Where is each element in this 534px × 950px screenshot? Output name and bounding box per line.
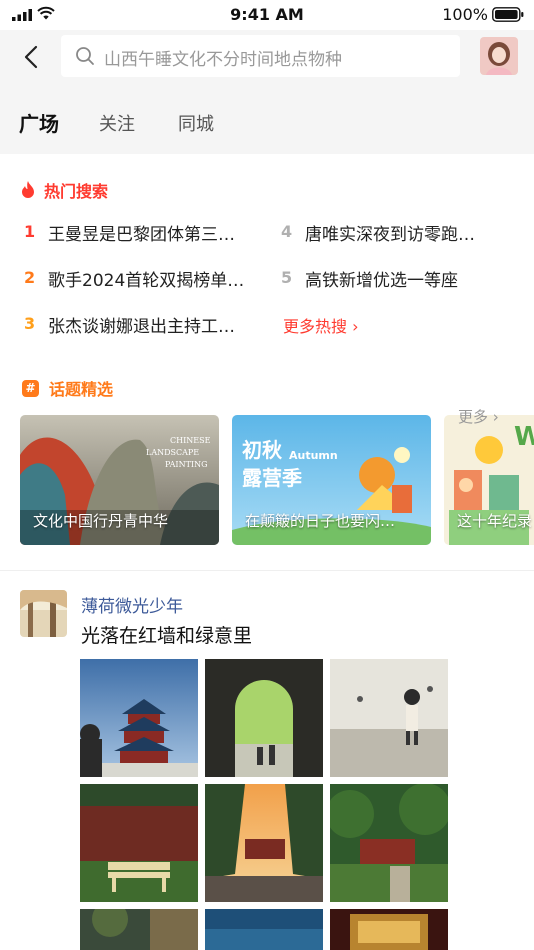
post-photo-7[interactable] xyxy=(80,909,198,950)
post-photo-6[interactable] xyxy=(330,784,448,902)
topic-1-art-text-1: CHINESE xyxy=(170,436,211,445)
section-divider xyxy=(0,570,534,571)
photo-green-garden xyxy=(330,784,448,902)
post-photo-5[interactable] xyxy=(205,784,323,902)
photo-lantern-partial xyxy=(330,909,448,950)
photo-water-partial xyxy=(205,909,323,950)
header: 山西午睡文化不分时间地点物种 广场 关注 同城 xyxy=(0,30,534,154)
search-icon xyxy=(76,47,94,65)
topic-2-art-text-2: Autumn xyxy=(289,449,338,462)
photo-child-walking xyxy=(330,659,448,777)
topic-3-caption: 这十年纪录 xyxy=(457,512,533,530)
post-photo-2[interactable] xyxy=(205,659,323,777)
tab-plaza[interactable]: 广场 xyxy=(19,108,59,137)
topic-1-art-text-3: PAINTING xyxy=(165,460,207,469)
tab-nearby[interactable]: 同城 xyxy=(178,110,214,136)
hot-rank-3: 3 xyxy=(24,314,36,333)
more-topics-link[interactable]: 更多 › xyxy=(458,406,499,427)
topic-card-3[interactable]: W 这十年纪录 xyxy=(444,415,534,545)
topic-2-art-text-1: 初秋 xyxy=(242,438,283,462)
photo-trees-partial xyxy=(80,909,198,950)
topic-2-caption: 在颠簸的日子也要闪… xyxy=(245,512,396,530)
tab-bar: 广场 关注 同城 xyxy=(0,108,534,144)
post-photo-3[interactable] xyxy=(330,659,448,777)
topic-card-2[interactable]: 初秋 Autumn 露营季 在颠簸的日子也要闪… xyxy=(232,415,431,545)
photo-sunset-palace xyxy=(205,784,323,902)
photo-bench-red-wall xyxy=(80,784,198,902)
photo-arched-gate xyxy=(205,659,323,777)
search-input[interactable]: 山西午睡文化不分时间地点物种 xyxy=(61,35,460,77)
post-author-avatar[interactable] xyxy=(20,590,67,637)
battery-percentage: 100% xyxy=(442,5,488,24)
topics-header: # 话题精选 xyxy=(22,376,113,400)
post-text: 光落在红墙和绿意里 xyxy=(81,625,253,647)
hot-search-item-4[interactable]: 唐唯实深夜到访零跑… xyxy=(305,220,525,245)
avatar-portrait-image xyxy=(480,37,518,75)
post-photo-4[interactable] xyxy=(80,784,198,902)
hot-rank-4: 4 xyxy=(281,222,293,241)
hot-search-header: 热门搜索 xyxy=(20,178,108,202)
hot-rank-2: 2 xyxy=(24,268,36,287)
battery-icon xyxy=(492,7,524,22)
hot-search-item-5[interactable]: 高铁新增优选一等座 xyxy=(305,266,525,291)
hot-search-title: 热门搜索 xyxy=(44,182,109,201)
post-photo-9[interactable] xyxy=(330,909,448,950)
topic-1-caption: 文化中国行丹青中华 xyxy=(33,512,169,530)
flame-icon xyxy=(22,181,34,198)
photo-temple-of-heaven xyxy=(80,659,198,777)
hot-rank-1: 1 xyxy=(24,222,36,241)
hot-rank-5: 5 xyxy=(281,268,293,287)
topics-title: 话题精选 xyxy=(49,380,114,399)
back-button[interactable] xyxy=(16,42,46,72)
topic-3-art-text-1: W xyxy=(514,422,534,452)
status-bar: 9:41 AM 100% xyxy=(0,0,534,30)
post-author-name[interactable]: 薄荷微光少年 xyxy=(81,592,183,617)
post-photo-8[interactable] xyxy=(205,909,323,950)
search-placeholder: 山西午睡文化不分时间地点物种 xyxy=(104,50,342,70)
post-avatar-image xyxy=(20,590,67,637)
topic-card-1[interactable]: CHINESE LANDSCAPE PAINTING 文化中国行丹青中华 xyxy=(20,415,219,545)
topic-2-art-text-3: 露营季 xyxy=(242,466,302,490)
user-avatar[interactable] xyxy=(480,37,518,75)
post-photo-1[interactable] xyxy=(80,659,198,777)
more-hot-search-link[interactable]: 更多热搜 › xyxy=(283,313,359,337)
topic-1-art-text-2: LANDSCAPE xyxy=(146,448,199,457)
hot-search-item-2[interactable]: 歌手2024首轮双揭榜单… xyxy=(48,266,268,291)
hashtag-icon: # xyxy=(22,379,39,397)
hot-search-item-1[interactable]: 王曼昱是巴黎团体第三… xyxy=(48,220,268,245)
hot-search-item-3[interactable]: 张杰谈谢娜退出主持工… xyxy=(48,312,268,337)
tab-following[interactable]: 关注 xyxy=(99,110,135,136)
chevron-left-icon xyxy=(24,45,38,69)
